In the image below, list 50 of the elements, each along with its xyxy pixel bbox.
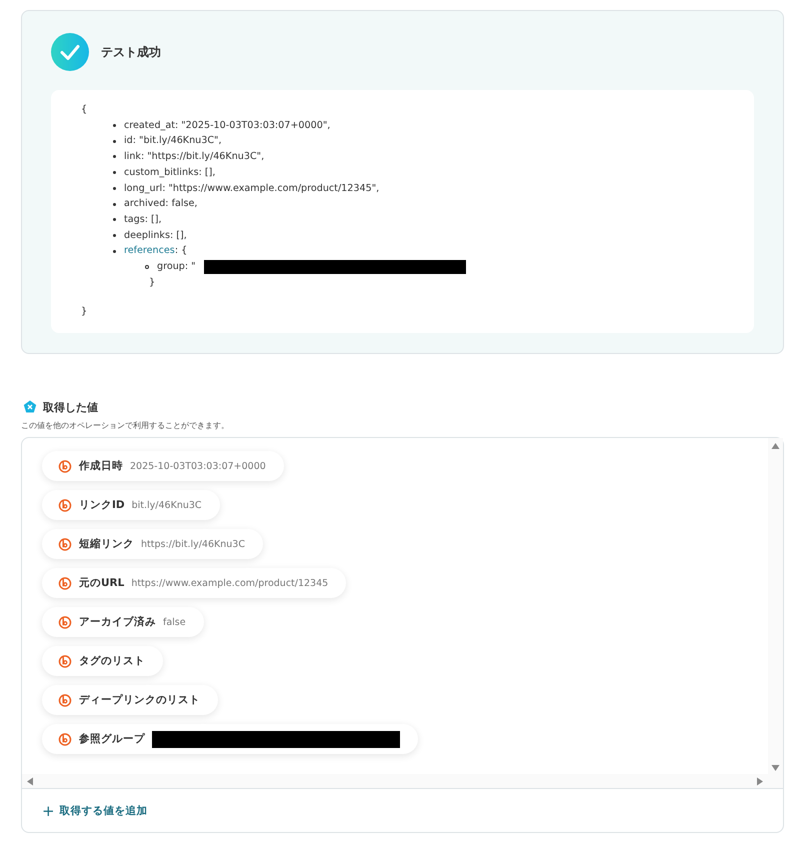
scroll-right-icon[interactable] xyxy=(755,776,764,786)
bullet-icon xyxy=(145,264,149,269)
value-chip[interactable]: タグのリスト xyxy=(42,646,163,676)
code-line: } xyxy=(149,276,156,288)
code-line: } xyxy=(81,305,88,320)
bitly-icon xyxy=(58,576,72,590)
code-line: created_at: "2025-10-03T03:03:07+0000", xyxy=(124,118,330,133)
value-chip[interactable]: ディープリンクのリスト xyxy=(42,685,218,715)
variable-icon xyxy=(23,400,37,414)
bullet-icon xyxy=(113,186,116,190)
code-line: custom_bitlinks: [], xyxy=(124,166,216,180)
bullet-icon xyxy=(113,250,116,253)
bitly-icon xyxy=(58,537,72,551)
code-line: deeplinks: [], xyxy=(124,228,187,243)
value-chip[interactable]: 作成日時 2025-10-03T03:03:07+0000 xyxy=(42,451,284,481)
add-value-button[interactable]: + 取得する値を追加 xyxy=(42,802,148,820)
bullet-icon xyxy=(113,218,116,222)
value-chip[interactable]: 短縮リンク https://bit.ly/46Knu3C xyxy=(42,529,263,559)
bitly-icon xyxy=(58,459,72,473)
code-line: id: "bit.ly/46Knu3C", xyxy=(124,134,222,148)
code-line: long_url: "https://www.example.com/product/12345", xyxy=(124,182,380,196)
bitly-icon xyxy=(58,654,72,668)
section-description: この値を他のオペレーションで利用することができます。 xyxy=(21,420,230,431)
horizontal-scrollbar[interactable] xyxy=(22,774,768,788)
bitly-icon xyxy=(58,498,72,512)
bullet-icon xyxy=(113,234,116,237)
result-title: テスト成功 xyxy=(101,44,161,60)
code-line: link: "https://bit.ly/46Knu3C", xyxy=(124,150,264,164)
bullet-icon xyxy=(113,155,116,158)
section-title: 取得した値 xyxy=(43,400,98,414)
value-chip[interactable]: アーカイブ済み false xyxy=(42,607,204,637)
value-chip[interactable]: 参照グループ xyxy=(42,724,418,754)
value-chip[interactable]: 元のURL https://www.example.com/product/12345 xyxy=(42,568,346,598)
bullet-icon xyxy=(113,140,116,143)
bitly-icon xyxy=(58,615,72,629)
code-line: archived: false, xyxy=(124,197,198,212)
bitly-icon xyxy=(58,693,72,707)
bullet-icon xyxy=(113,171,116,174)
vertical-scrollbar[interactable] xyxy=(768,438,783,788)
code-line: tags: [], xyxy=(124,212,162,227)
scroll-up-icon[interactable] xyxy=(771,442,780,451)
code-line: group: " xyxy=(157,260,196,274)
bitly-icon xyxy=(58,732,72,746)
scroll-down-icon[interactable] xyxy=(771,763,780,772)
code-line: references: { xyxy=(124,244,188,258)
bullet-icon xyxy=(113,202,116,206)
code-line: { xyxy=(81,103,88,117)
scroll-left-icon[interactable] xyxy=(26,776,35,786)
bullet-icon xyxy=(113,124,116,128)
value-chip[interactable]: リンクID bit.ly/46Knu3C xyxy=(42,490,220,520)
